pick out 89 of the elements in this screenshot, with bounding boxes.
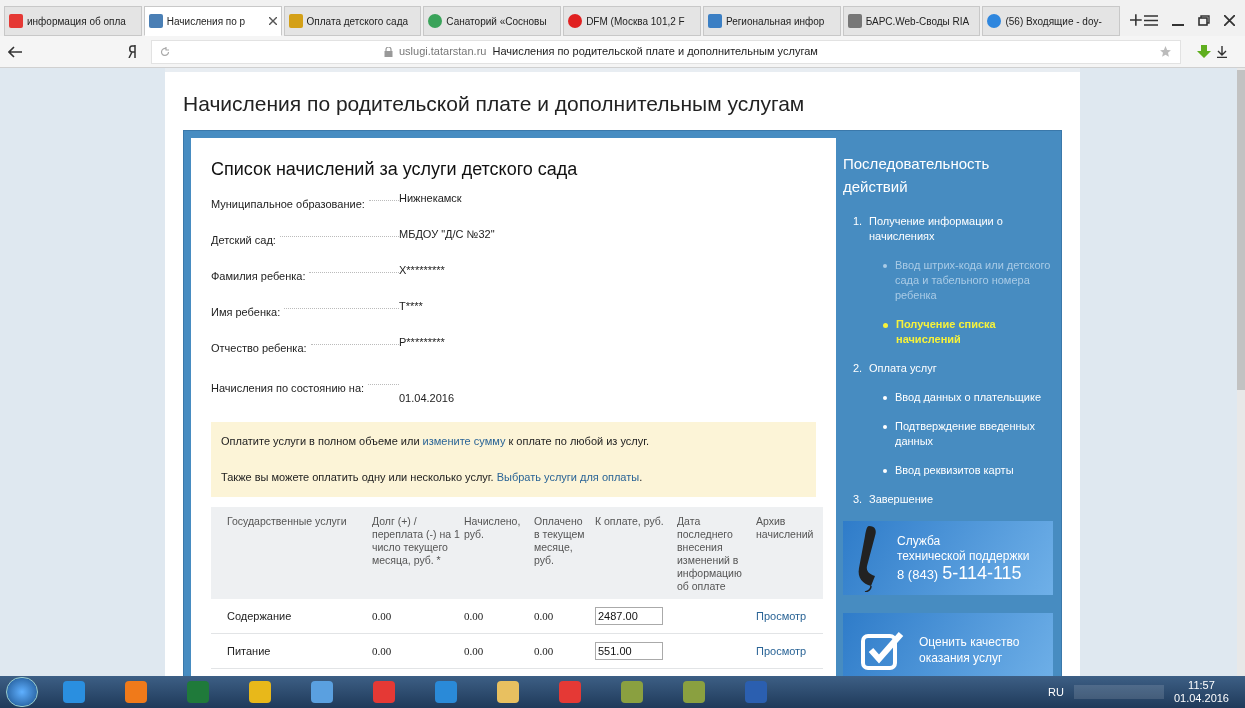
- lock-icon: [384, 46, 393, 57]
- step-number: 1.: [853, 213, 864, 229]
- browser-tab[interactable]: Оплата детского сада: [283, 6, 422, 36]
- field-label: Детский сад:: [211, 232, 276, 248]
- language-indicator[interactable]: RU: [1048, 683, 1064, 701]
- favicon-icon: [428, 14, 443, 28]
- support-subtitle: технической поддержки: [897, 548, 1030, 564]
- field-label: Муниципальное образование:: [211, 196, 365, 212]
- browser-tab[interactable]: Санаторий «Сосновы: [423, 6, 562, 36]
- phone-code: 8 (843): [897, 566, 939, 582]
- back-arrow-icon[interactable]: [8, 45, 22, 58]
- step-label: Получение информации о начислениях: [869, 213, 1004, 244]
- favicon-icon: [568, 14, 583, 28]
- view-link[interactable]: Просмотр: [756, 644, 807, 657]
- panel-title: Список начислений за услуги детского сада: [211, 157, 579, 180]
- amount-cell: 0.00: [534, 598, 595, 634]
- checkbox-tick-icon: [861, 629, 905, 670]
- reload-icon: [160, 46, 170, 57]
- download-icon[interactable]: [1217, 45, 1227, 58]
- start-button[interactable]: [6, 677, 38, 707]
- substep-label: Ввод реквизитов карты: [895, 462, 1014, 478]
- column-header: Оплачено в текущем месяце, руб.: [534, 506, 595, 599]
- field-value: МБДОУ "Д/С №32": [399, 226, 495, 242]
- column-header: Дата последнего внесения изменений в информацию об оплате: [677, 506, 756, 599]
- clock-time: 11:57: [1188, 679, 1215, 692]
- browser-tab[interactable]: Региональная инфор: [702, 6, 841, 36]
- sidebar-title: Последовательность действий: [843, 153, 991, 197]
- column-header: Начислено, руб.: [464, 506, 534, 599]
- plus-icon[interactable]: [1130, 14, 1142, 26]
- amount-input[interactable]: 551.00: [595, 642, 663, 660]
- service-cell: Питание: [211, 633, 372, 669]
- clock-date: 01.04.2016: [1173, 692, 1229, 705]
- field-label: Отчество ребенка:: [211, 340, 307, 356]
- favicon-icon: [987, 14, 1002, 28]
- notice-link[interactable]: измените сумму: [422, 434, 506, 447]
- amount-cell: 0.00: [464, 633, 534, 669]
- close-icon[interactable]: [1224, 15, 1235, 26]
- substep-label: Подтверждение введенных данных: [895, 418, 1036, 449]
- field-value: Р*********: [399, 334, 445, 350]
- favicon-icon: [707, 14, 722, 28]
- column-header: К оплате, руб.: [595, 506, 677, 599]
- substep-label: Получение списка начислений: [896, 316, 997, 347]
- close-icon[interactable]: [268, 17, 277, 25]
- restore-icon[interactable]: [1198, 15, 1210, 26]
- field-label: Имя ребенка:: [211, 304, 281, 320]
- address-field[interactable]: uslugi.tatarstan.ru Начисления по родительской плате и дополнительным услугам: [151, 39, 1181, 64]
- column-header: Государственные услуги: [211, 506, 372, 599]
- step-number: 2.: [853, 360, 864, 376]
- field-value: Нижнекамск: [399, 190, 462, 206]
- column-header: Архив начислений: [756, 506, 823, 599]
- favicon-icon: [148, 14, 163, 28]
- yandex-logo-icon[interactable]: [128, 45, 137, 58]
- rate-text: Оценить качество оказания услуг: [919, 633, 1021, 666]
- field-label: Фамилия ребенка:: [211, 268, 306, 284]
- amount-cell: 0.00: [372, 633, 464, 669]
- star-icon[interactable]: [1159, 45, 1172, 58]
- url-domain: uslugi.tatarstan.ru: [399, 44, 487, 60]
- notice-text: Оплатите услуги в полном объеме или измените сумму к оплате по любой из услуг.: [221, 433, 650, 449]
- phone-number: 5-114-115: [942, 565, 1022, 581]
- amount-input[interactable]: 2487.00: [595, 606, 663, 625]
- browser-tab[interactable]: информация об опла: [4, 6, 142, 36]
- service-cell: Содержание: [211, 598, 372, 634]
- field-label: Начисления по состоянию на:: [211, 380, 365, 396]
- menu-icon[interactable]: [1144, 15, 1158, 26]
- amount-cell: 0.00: [534, 633, 595, 669]
- support-title: Служба: [897, 533, 942, 549]
- browser-tab[interactable]: БАРС.Web-Своды RIA: [842, 6, 981, 36]
- page-title: Начисления по родительской плате и дополнительным услугам: [492, 44, 818, 60]
- substep-label: Ввод штрих-кода или детского сада и табельного номера ребенка: [895, 257, 1052, 303]
- amount-cell: 0.00: [372, 598, 464, 634]
- download-arrow-icon[interactable]: [1197, 44, 1211, 59]
- step-label: Оплата услуг: [869, 360, 937, 376]
- browser-tab[interactable]: (56) Входящие - doy-: [982, 6, 1121, 36]
- field-value: 01.04.2016: [399, 390, 455, 406]
- substep-label: Ввод данных о плательщике: [895, 389, 1042, 405]
- step-number: 3.: [853, 491, 864, 507]
- favicon-icon: [847, 14, 862, 28]
- step-label: Завершение: [869, 491, 933, 507]
- amount-cell: 0.00: [464, 598, 534, 634]
- column-header: Долг (+) / переплата (-) на 1 число текущего месяца, руб. *: [372, 506, 464, 599]
- browser-tab[interactable]: DFM (Москва 101,2 F: [563, 6, 701, 36]
- page-heading: Начисления по родительской плате и дополнительным услугам: [183, 91, 806, 117]
- favicon-icon: [9, 14, 23, 28]
- field-value: Х*********: [399, 262, 445, 278]
- notice-text: Также вы можете оплатить одну или несколько услуг. Выбрать услуги для оплаты.: [221, 470, 644, 485]
- field-value: Т****: [399, 298, 423, 314]
- view-link[interactable]: Просмотр: [756, 609, 807, 622]
- favicon-icon: [288, 14, 303, 28]
- browser-tab[interactable]: Начисления по р: [143, 6, 282, 36]
